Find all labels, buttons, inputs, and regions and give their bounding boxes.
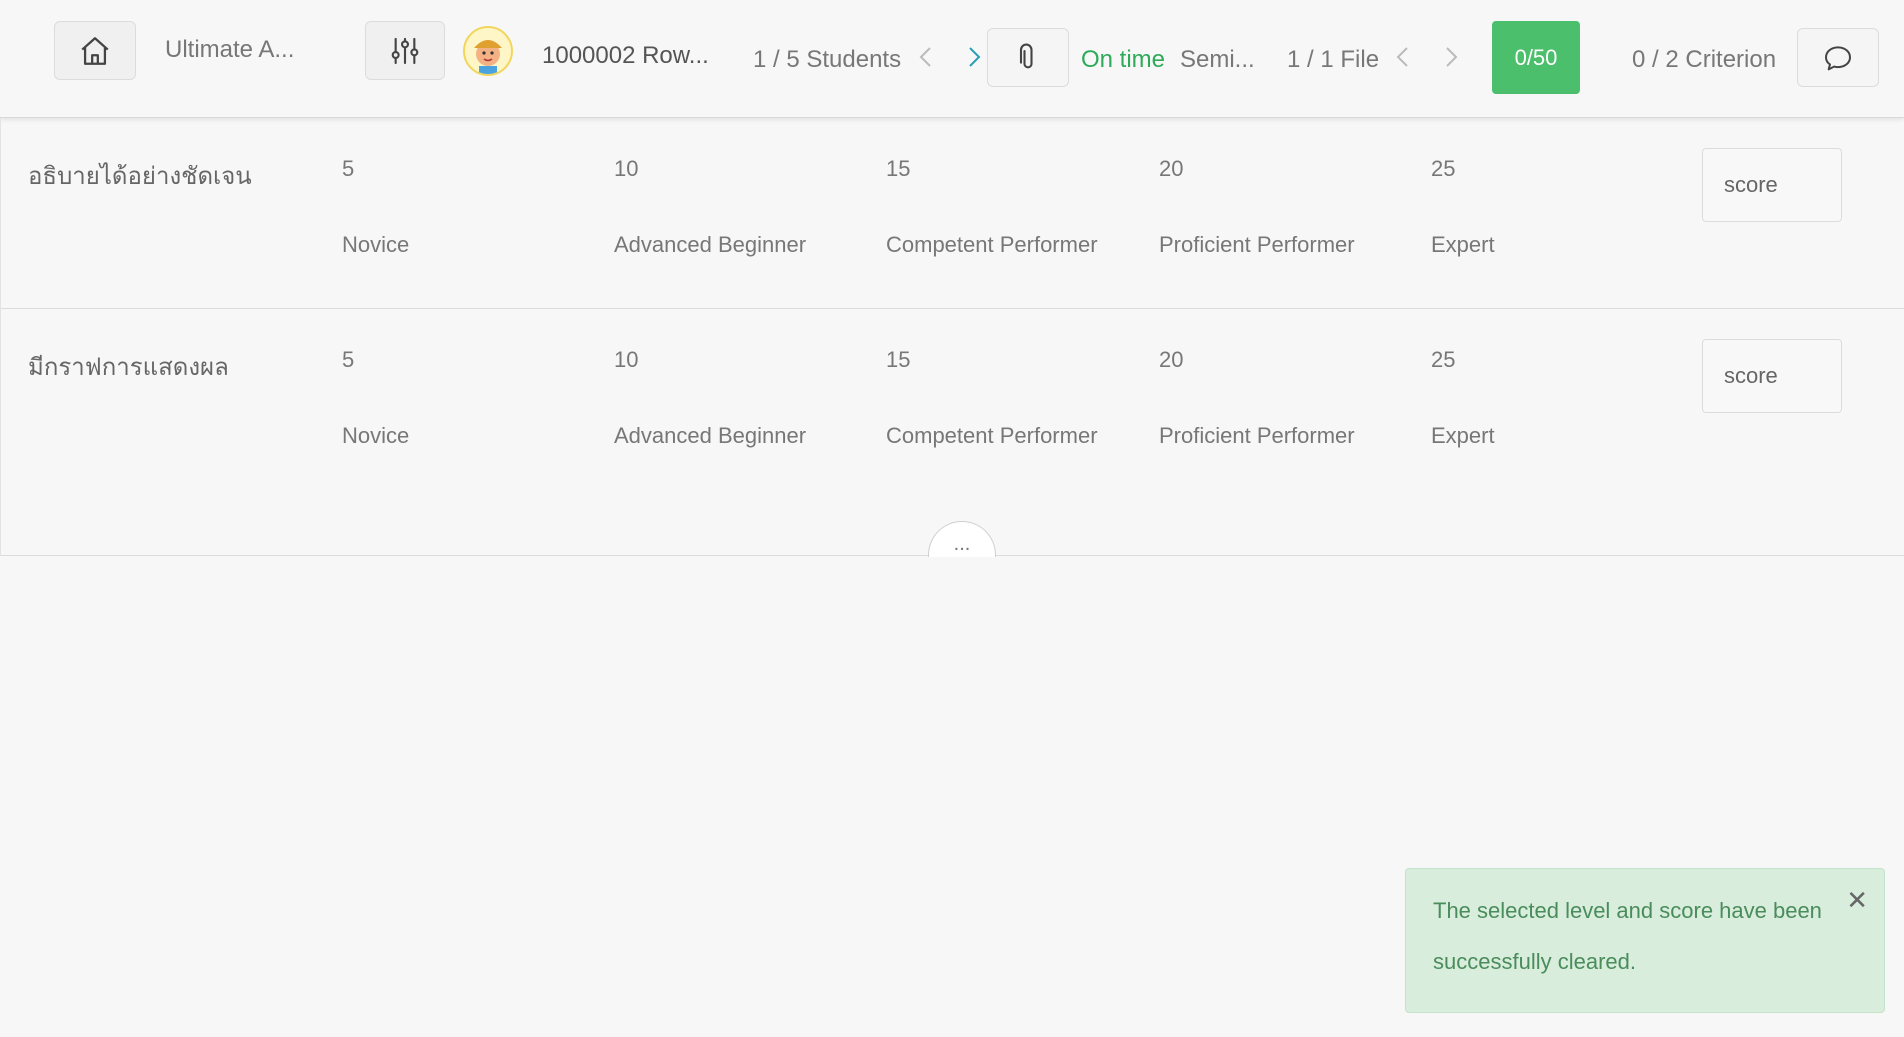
level-label[interactable]: Novice [342, 232, 409, 258]
criterion-name: มีกราฟการแสดงผล [28, 354, 229, 381]
file-counter: 1 / 1 File [1287, 46, 1380, 73]
level-score[interactable]: 20 [1159, 347, 1183, 373]
chevron-left-icon [919, 47, 931, 67]
chevron-right-icon [969, 47, 981, 67]
level-label[interactable]: Competent Performer [886, 232, 1098, 258]
score-input[interactable]: score [1702, 339, 1842, 413]
grading-toolbar: Ultimate A... 1000002 Row... 1 / 5 Stude… [0, 0, 1904, 118]
level-label[interactable]: Expert [1431, 232, 1495, 258]
prev-file-button[interactable] [1388, 42, 1418, 72]
comment-icon [1825, 45, 1851, 70]
rubric-table: อธิบายได้อย่างชัดเจน 5 Novice 10 Advance… [0, 118, 1904, 556]
close-icon[interactable]: ✕ [1846, 887, 1868, 913]
criterion-row: มีกราฟการแสดงผล 5 Novice 10 Advanced Beg… [1, 308, 1904, 498]
toast-message-line2: successfully cleared. [1433, 949, 1636, 974]
level-score[interactable]: 10 [614, 156, 638, 182]
score-input[interactable]: score [1702, 148, 1842, 222]
attachment-button[interactable] [987, 28, 1069, 87]
level-score[interactable]: 5 [342, 347, 354, 373]
level-label[interactable]: Competent Performer [886, 423, 1098, 449]
assignment-title[interactable]: Ultimate A... [165, 36, 294, 64]
student-name[interactable]: 1000002 Row... [542, 42, 709, 70]
criterion-row: อธิบายได้อย่างชัดเจน 5 Novice 10 Advance… [1, 118, 1904, 308]
paperclip-icon [1019, 43, 1033, 68]
level-score[interactable]: 5 [342, 156, 354, 182]
next-file-button[interactable] [1436, 42, 1466, 72]
criterion-name: อธิบายได้อย่างชัดเจน [28, 163, 252, 190]
level-score[interactable]: 20 [1159, 156, 1183, 182]
level-score[interactable]: 15 [886, 347, 910, 373]
chevron-left-icon [1396, 47, 1408, 67]
prev-student-button[interactable] [911, 42, 941, 72]
level-score[interactable]: 25 [1431, 347, 1455, 373]
level-label[interactable]: Novice [342, 423, 409, 449]
level-score[interactable]: 10 [614, 347, 638, 373]
student-avatar [463, 26, 513, 76]
chevron-right-icon [1446, 47, 1458, 67]
file-name[interactable]: Semi... [1180, 46, 1255, 74]
submission-status: On time [1081, 46, 1166, 73]
level-label[interactable]: Expert [1431, 423, 1495, 449]
home-button[interactable] [54, 21, 136, 80]
criterion-progress: 0 / 2 Criterion [1632, 46, 1777, 73]
home-icon [81, 36, 109, 65]
comment-button[interactable] [1797, 28, 1879, 87]
success-toast: The selected level and score have been s… [1405, 868, 1885, 1013]
toast-message-line1: The selected level and score have been [1433, 898, 1822, 923]
total-score-badge: 0/50 [1492, 21, 1580, 94]
level-label[interactable]: Proficient Performer [1159, 423, 1355, 449]
level-score[interactable]: 15 [886, 156, 910, 182]
sliders-icon [391, 37, 419, 64]
student-counter: 1 / 5 Students [753, 46, 902, 73]
level-score[interactable]: 25 [1431, 156, 1455, 182]
next-student-button[interactable] [959, 42, 989, 72]
level-label[interactable]: Proficient Performer [1159, 232, 1355, 258]
level-label[interactable]: Advanced Beginner [614, 423, 806, 449]
filter-button[interactable] [365, 21, 445, 80]
level-label[interactable]: Advanced Beginner [614, 232, 806, 258]
